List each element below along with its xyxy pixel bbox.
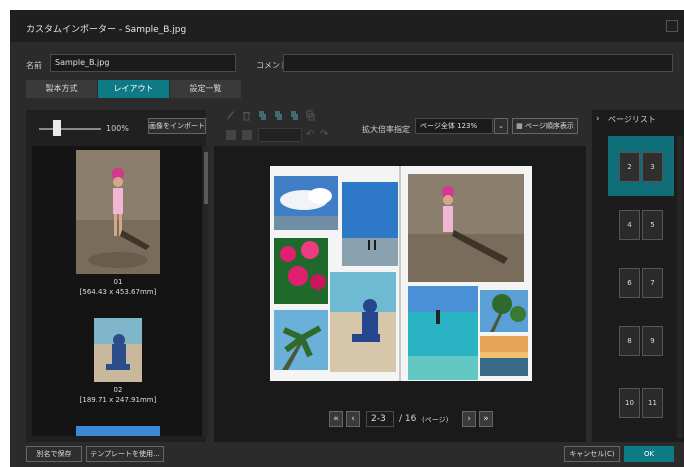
image-01-size: [564.43 x 453.67mm]: [79, 288, 157, 296]
image-02-size: [189.71 x 247.91mm]: [79, 396, 157, 404]
page-thumb-left: 8: [619, 326, 640, 356]
custom-importer-window: カスタムインポーター - Sample_B.jpg 名前 Sample_B.jp…: [10, 10, 684, 467]
image-thumbnail-01[interactable]: [76, 150, 160, 274]
photo-child-beach[interactable]: [330, 272, 396, 372]
page-list-scrollbar[interactable]: [677, 136, 683, 438]
duplicate-icon[interactable]: [290, 110, 299, 121]
page-list-item-10-11[interactable]: 10 11: [619, 388, 663, 418]
page-thumb-left: 10: [619, 388, 640, 418]
page-list-item-8-9[interactable]: 8 9: [619, 326, 663, 356]
zoom-dropdown-button[interactable]: ⌄: [494, 118, 508, 134]
fill-color-swatch[interactable]: [226, 130, 236, 140]
comment-input[interactable]: [283, 54, 673, 72]
import-image-button[interactable]: 画像をインポート: [148, 118, 206, 134]
page-list-item-2-3[interactable]: 2 3: [619, 152, 663, 182]
thumbnail-size-slider-track[interactable]: [39, 128, 101, 130]
last-page-button[interactable]: »: [479, 411, 493, 427]
image-01-index: 01: [113, 278, 123, 286]
current-page-input[interactable]: 2-3: [366, 411, 394, 427]
photo-clouds[interactable]: [274, 176, 338, 230]
zoom-select[interactable]: ページ全体 123%: [415, 118, 493, 134]
ok-button[interactable]: OK: [624, 446, 674, 462]
photo-palm[interactable]: [274, 310, 328, 370]
tab-layout[interactable]: レイアウト: [98, 80, 170, 98]
thumbnail-zoom-value: 100%: [106, 124, 129, 133]
undo-icon[interactable]: ↶: [306, 130, 316, 141]
page-list-title: ページリスト: [608, 115, 656, 124]
zoom-label: 拡大倍率指定: [362, 125, 410, 134]
photo-sunset[interactable]: [480, 336, 528, 376]
total-pages: / 16: [399, 414, 417, 424]
save-as-button[interactable]: 別名で保存: [26, 446, 82, 462]
page-thumb-left: 4: [619, 210, 640, 240]
photo-sea-person[interactable]: [408, 286, 478, 380]
page-list-item-6-7[interactable]: 6 7: [619, 268, 663, 298]
line-width-select[interactable]: [258, 128, 302, 142]
use-template-button[interactable]: テンプレートを使用...: [86, 446, 164, 462]
photo-palm-trees[interactable]: [480, 290, 528, 332]
next-page-button[interactable]: ›: [462, 411, 476, 427]
page-thumb-left: 2: [619, 152, 640, 182]
copy-icon[interactable]: [258, 110, 267, 121]
page-thumb-right: 9: [642, 326, 663, 356]
image-list-scroll-thumb[interactable]: [204, 152, 208, 204]
close-button[interactable]: [666, 20, 678, 32]
photo-flowers[interactable]: [274, 238, 328, 304]
pencil-icon[interactable]: [226, 110, 235, 121]
pages-unit: (ページ): [422, 416, 449, 424]
image-02-index: 02: [113, 386, 123, 394]
page-thumb-right: 3: [642, 152, 663, 182]
window-title: カスタムインポーター - Sample_B.jpg: [26, 25, 187, 35]
paste-icon[interactable]: [274, 110, 283, 121]
redo-icon[interactable]: ↷: [320, 130, 330, 141]
thumbnail-size-slider-thumb[interactable]: [53, 120, 61, 136]
page-thumb-right: 11: [642, 388, 663, 418]
page-thumb-left: 6: [619, 268, 640, 298]
border-color-swatch[interactable]: [242, 130, 252, 140]
title-bar: カスタムインポーター - Sample_B.jpg: [10, 10, 684, 42]
page-thumb-right: 7: [642, 268, 663, 298]
tab-settings-list[interactable]: 設定一覧: [170, 80, 242, 98]
book-spine: [399, 166, 401, 381]
first-page-button[interactable]: «: [329, 411, 343, 427]
image-thumbnail-03[interactable]: [76, 426, 160, 436]
page-list-collapse-icon[interactable]: ›: [596, 114, 600, 124]
prev-page-button[interactable]: ‹: [346, 411, 360, 427]
image-thumbnail-02[interactable]: [94, 318, 142, 382]
name-input[interactable]: Sample_B.jpg: [50, 54, 236, 72]
trash-icon[interactable]: [242, 110, 251, 121]
page-list-item-4-5[interactable]: 4 5: [619, 210, 663, 240]
photo-beach-people[interactable]: [342, 182, 398, 266]
main-tabs: 製本方式 レイアウト 設定一覧: [26, 80, 242, 98]
photo-girl-shadow[interactable]: [408, 174, 524, 282]
page-thumb-right: 5: [642, 210, 663, 240]
page-order-icon: ▦: [516, 122, 525, 130]
layer-icon[interactable]: [306, 110, 315, 121]
page-order-button[interactable]: ▦ ページ順序表示: [512, 118, 578, 134]
cancel-button[interactable]: キャンセル(C): [564, 446, 620, 462]
name-label: 名前: [26, 61, 42, 70]
tab-binding[interactable]: 製本方式: [26, 80, 98, 98]
page-order-label: ページ順序表示: [524, 122, 574, 130]
